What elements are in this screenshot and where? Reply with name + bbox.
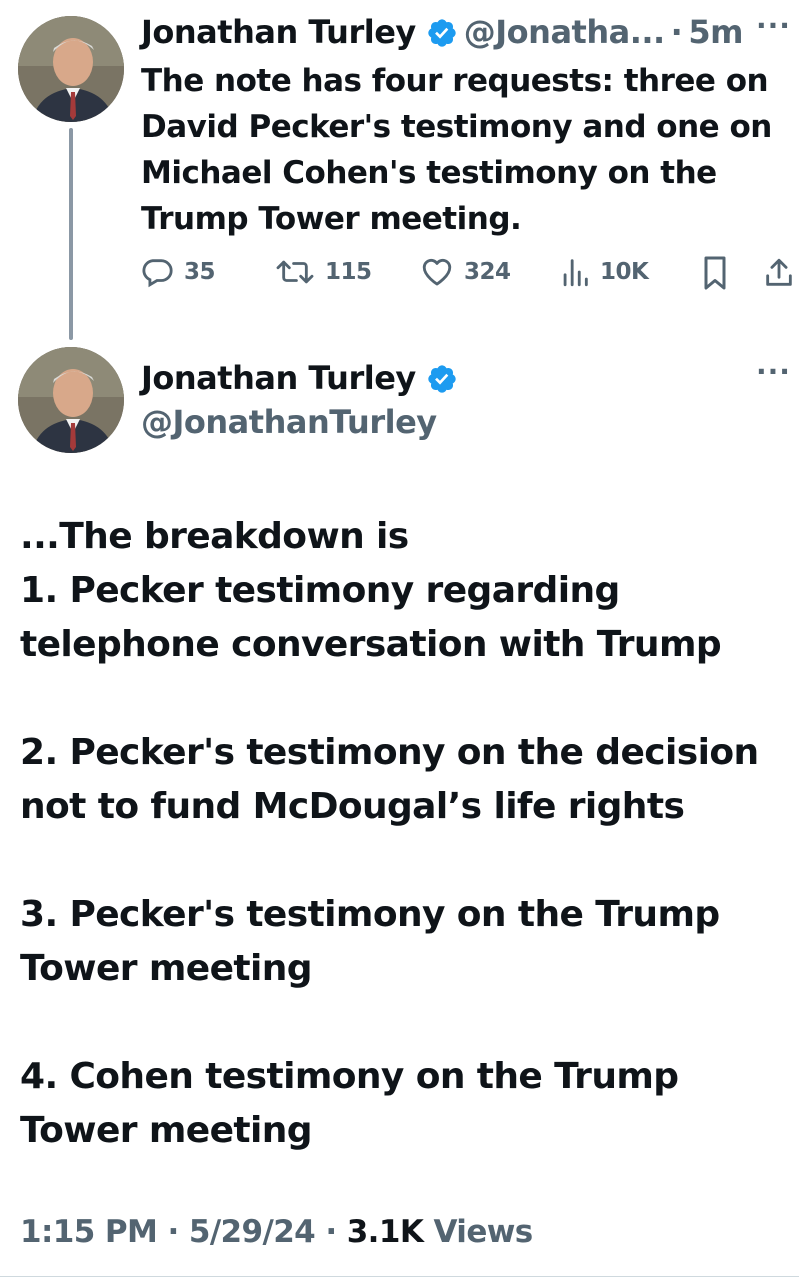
retweet-icon	[275, 255, 325, 289]
bookmark-icon	[700, 255, 740, 291]
author-avatar[interactable]	[18, 347, 124, 453]
reply-button[interactable]: 35	[140, 255, 216, 289]
more-options-icon[interactable]: ···	[756, 358, 791, 386]
reply-bubble-icon	[140, 255, 184, 289]
more-options-icon[interactable]: ···	[756, 12, 791, 40]
reply-count: 35	[184, 259, 216, 285]
heart-icon	[420, 255, 464, 289]
views-label: Views	[423, 1214, 533, 1250]
parent-tweet-header: Jonathan Turley @Jonatha... · 5m	[141, 10, 743, 54]
retweet-button[interactable]: 115	[275, 255, 372, 289]
views-count: 10K	[600, 259, 649, 285]
share-upload-icon	[762, 255, 799, 291]
views-count[interactable]: 3.1K	[347, 1214, 424, 1250]
tweet-action-bar: 35 115 324 10K	[140, 255, 796, 295]
verified-badge-icon	[426, 362, 458, 394]
tweet-date[interactable]: 5/29/24	[189, 1214, 316, 1250]
divider	[0, 1276, 799, 1277]
separator-dot: ·	[315, 1214, 347, 1250]
tweet-time[interactable]: 5m	[688, 10, 743, 54]
views-button[interactable]: 10K	[560, 255, 649, 289]
like-button[interactable]: 324	[420, 255, 511, 289]
thread-connector-line	[69, 128, 73, 340]
tweet-thread-view: Jonathan Turley @Jonatha... · 5m ··· The…	[0, 0, 799, 1280]
parent-tweet-text: The note has four requests: three on Dav…	[141, 63, 772, 237]
tweet-time[interactable]: 1:15 PM	[20, 1214, 158, 1250]
analytics-bars-icon	[560, 255, 600, 289]
author-handle[interactable]: @JonathanTurley	[141, 400, 437, 444]
like-count: 324	[464, 259, 511, 285]
separator-dot: ·	[157, 1214, 189, 1250]
main-tweet-text: ...The breakdown is 1. Pecker testimony …	[20, 516, 759, 1151]
main-tweet-header: Jonathan Turley	[141, 356, 464, 400]
verified-badge-icon	[426, 16, 458, 48]
bookmark-button[interactable]	[700, 255, 740, 291]
author-avatar[interactable]	[18, 16, 124, 122]
separator-dot: ·	[670, 13, 683, 51]
retweet-count: 115	[325, 259, 372, 285]
tweet-meta: 1:15 PM · 5/29/24 · 3.1K Views	[20, 1210, 533, 1254]
author-handle[interactable]: @Jonatha...	[464, 10, 665, 54]
share-button[interactable]	[762, 255, 799, 291]
author-name[interactable]: Jonathan Turley	[141, 10, 416, 54]
author-name[interactable]: Jonathan Turley	[141, 356, 416, 400]
